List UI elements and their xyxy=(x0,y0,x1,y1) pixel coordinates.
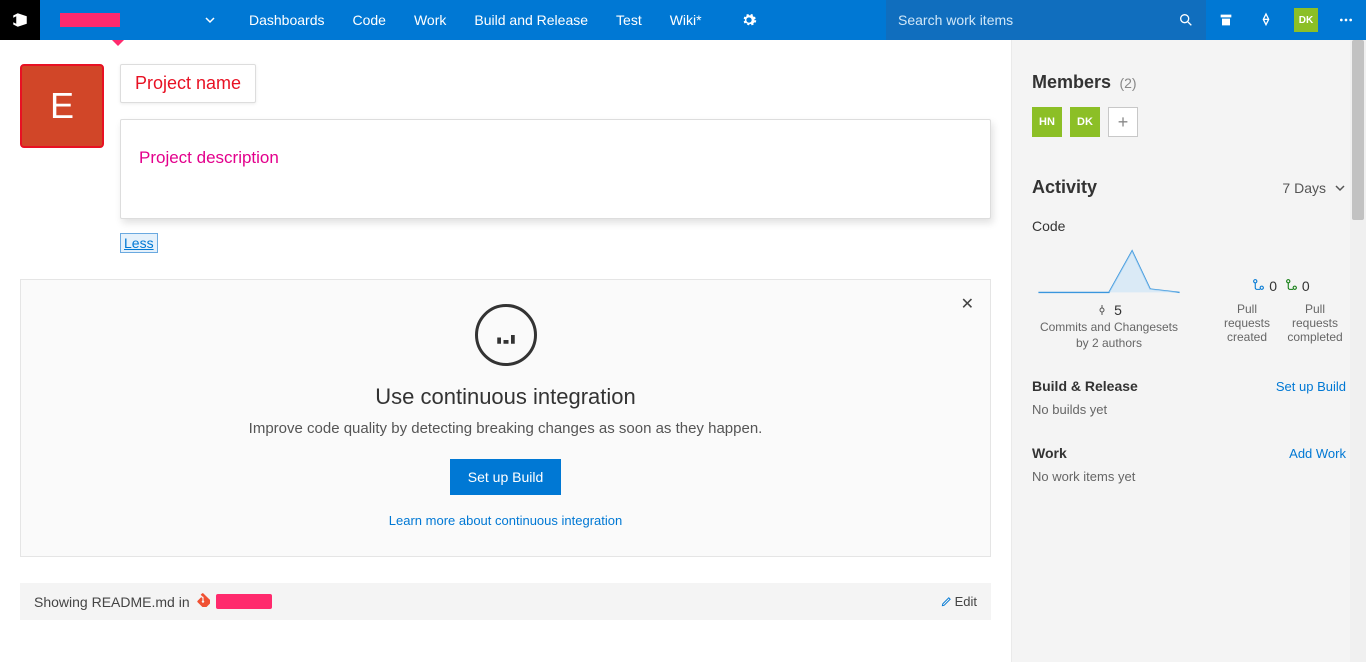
project-description-input[interactable]: Project description xyxy=(120,119,991,219)
ci-promo-card: ✕ Use continuous integration Improve cod… xyxy=(20,279,991,557)
vsts-logo[interactable] xyxy=(0,0,40,40)
readme-prefix: Showing README.md in xyxy=(34,594,190,610)
work-heading: Work xyxy=(1032,445,1067,461)
nav-test[interactable]: Test xyxy=(602,0,656,40)
learn-more-link[interactable]: Learn more about continuous integration xyxy=(389,513,622,528)
nav-build-release[interactable]: Build and Release xyxy=(460,0,602,40)
more-icon[interactable] xyxy=(1326,12,1366,28)
nav-dashboards[interactable]: Dashboards xyxy=(235,0,339,40)
build-release-heading: Build & Release xyxy=(1032,378,1138,394)
less-toggle[interactable]: Less xyxy=(120,233,158,253)
edit-readme-link[interactable]: Edit xyxy=(941,594,977,609)
scrollbar[interactable] xyxy=(1350,40,1366,662)
activity-period-select[interactable]: 7 Days xyxy=(1282,180,1346,196)
commits-sub1: Commits and Changesets xyxy=(1032,320,1186,334)
close-icon[interactable]: ✕ xyxy=(961,294,974,314)
ci-title: Use continuous integration xyxy=(41,384,970,410)
setup-build-link[interactable]: Set up Build xyxy=(1276,379,1346,394)
git-icon xyxy=(196,593,210,610)
ci-subtitle: Improve code quality by detecting breaki… xyxy=(41,420,970,437)
chevron-down-icon xyxy=(1334,182,1346,194)
ci-icon xyxy=(475,304,537,366)
setup-build-button[interactable]: Set up Build xyxy=(450,459,562,495)
marketplace-icon[interactable] xyxy=(1206,12,1246,28)
members-count: (2) xyxy=(1119,75,1136,91)
search-icon[interactable] xyxy=(1178,12,1194,28)
commit-icon xyxy=(1096,304,1108,316)
work-empty: No work items yet xyxy=(1032,469,1346,484)
scrollbar-thumb[interactable] xyxy=(1352,40,1364,220)
repo-name-redacted[interactable] xyxy=(216,594,272,609)
project-selector[interactable] xyxy=(40,0,185,40)
pr-completed-label: Pull requests completed xyxy=(1284,302,1346,344)
pull-request-done-icon xyxy=(1285,278,1298,291)
commits-count: 5 xyxy=(1114,302,1122,318)
pr-completed-stat: 0 xyxy=(1285,278,1310,294)
commits-sparkline xyxy=(1032,242,1186,298)
builds-empty: No builds yet xyxy=(1032,402,1346,417)
project-name-redacted xyxy=(60,13,120,27)
member-avatar[interactable]: HN xyxy=(1032,107,1062,137)
help-icon[interactable] xyxy=(1246,12,1286,28)
user-avatar[interactable]: DK xyxy=(1286,8,1326,32)
pr-created-label: Pull requests created xyxy=(1216,302,1278,344)
add-member-button[interactable]: + xyxy=(1108,107,1138,137)
readme-bar: Showing README.md in Edit xyxy=(20,583,991,620)
pr-created-stat: 0 xyxy=(1252,278,1277,294)
nav-wiki[interactable]: Wiki* xyxy=(656,0,716,40)
search-input[interactable] xyxy=(898,12,1178,28)
nav-work[interactable]: Work xyxy=(400,0,460,40)
project-dropdown[interactable] xyxy=(185,0,235,40)
member-avatar[interactable]: DK xyxy=(1070,107,1100,137)
commits-sub2: by 2 authors xyxy=(1032,336,1186,350)
add-work-link[interactable]: Add Work xyxy=(1289,446,1346,461)
project-name-input[interactable]: Project name xyxy=(120,64,256,103)
pull-request-icon xyxy=(1252,278,1265,291)
settings-icon[interactable] xyxy=(729,12,769,28)
search-box[interactable] xyxy=(886,0,1206,40)
activity-heading: Activity xyxy=(1032,177,1097,198)
code-section-label: Code xyxy=(1032,218,1346,234)
nav-code[interactable]: Code xyxy=(339,0,400,40)
members-heading: Members xyxy=(1032,72,1111,93)
project-avatar: E xyxy=(20,64,104,148)
